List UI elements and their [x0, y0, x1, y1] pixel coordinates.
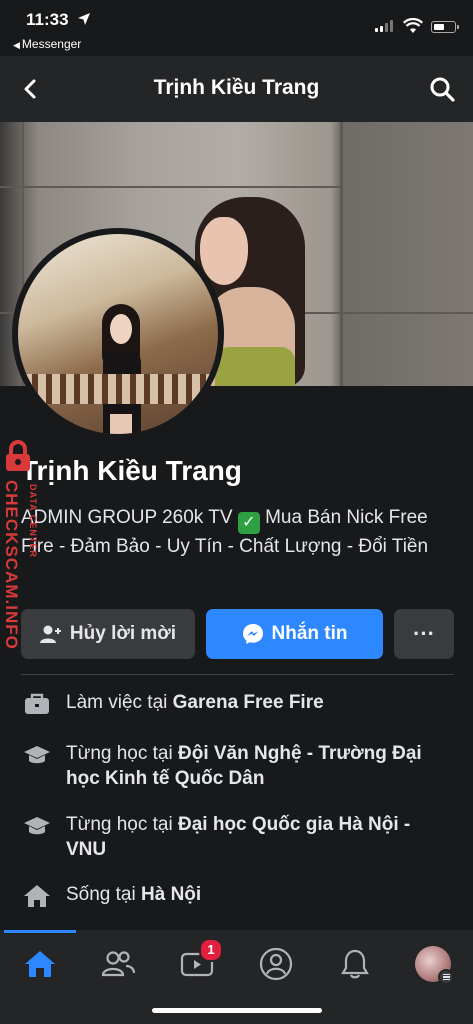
cancel-request-label: Hủy lời mời: [69, 623, 177, 644]
info-row-education-1[interactable]: Từng học tại Đội Văn Nghệ - Trường Đại h…: [21, 741, 451, 791]
watermark-subtext: DATA CENTER: [28, 484, 38, 558]
messenger-icon: [242, 624, 263, 644]
info-prefix: Từng học tại: [66, 814, 178, 835]
tab-profile[interactable]: [256, 944, 296, 984]
status-bar: 11:33 ◀ Messenger: [0, 0, 473, 56]
info-row-work[interactable]: Làm việc tại Garena Free Fire: [21, 690, 451, 715]
tab-home[interactable]: [20, 944, 60, 984]
bell-icon: [341, 949, 369, 979]
info-row-location[interactable]: Sống tại Hà Nội: [21, 882, 451, 907]
info-prefix: Làm việc tại: [66, 692, 173, 713]
home-icon: [24, 885, 50, 907]
home-icon: [25, 951, 55, 977]
back-to-app-link[interactable]: ◀ Messenger: [13, 37, 81, 51]
more-options-button[interactable]: ···: [394, 609, 454, 659]
status-time: 11:33: [26, 10, 69, 29]
person-remove-icon: [39, 625, 61, 643]
info-prefix: Từng học tại: [66, 743, 178, 764]
menu-icon: [438, 969, 454, 985]
wifi-icon: [403, 18, 423, 33]
info-prefix: Sống tại: [66, 884, 141, 905]
bio-text: ADMIN GROUP 260k TV: [21, 507, 238, 528]
notification-badge: 1: [199, 938, 223, 962]
cellular-signal-icon: [375, 20, 393, 32]
check-mark-icon: ✓: [237, 512, 260, 534]
info-value[interactable]: Hà Nội: [141, 884, 201, 905]
message-label: Nhắn tin: [271, 623, 348, 644]
briefcase-icon: [25, 693, 49, 714]
location-arrow-icon: [78, 13, 90, 25]
section-divider: [21, 674, 454, 675]
search-icon[interactable]: [427, 74, 457, 104]
profile-bio: ADMIN GROUP 260k TV ✓ Mua Bán Nick Free …: [21, 505, 451, 560]
page-title: Trịnh Kiều Trang: [153, 76, 320, 99]
tab-friends[interactable]: [98, 944, 138, 984]
graduation-cap-icon: [24, 817, 50, 835]
profile-name: Trịnh Kiều Trang: [21, 455, 242, 486]
menu-avatar: [415, 946, 454, 985]
profile-avatar[interactable]: [12, 228, 224, 440]
battery-icon: [431, 21, 459, 33]
active-tab-indicator: [4, 930, 76, 933]
profile-icon: [259, 947, 293, 981]
message-button[interactable]: Nhắn tin: [206, 609, 383, 659]
profile-picture: [18, 234, 218, 434]
home-indicator[interactable]: [152, 1008, 322, 1013]
top-navigation-bar: Trịnh Kiều Trang: [0, 56, 473, 122]
tab-menu[interactable]: [413, 944, 454, 985]
lock-icon: [6, 440, 30, 471]
back-triangle-icon: ◀: [13, 40, 20, 50]
tab-watch[interactable]: 1: [177, 938, 223, 984]
back-app-label: Messenger: [21, 37, 82, 51]
cancel-friend-request-button[interactable]: Hủy lời mời: [21, 609, 195, 659]
graduation-cap-icon: [24, 746, 50, 764]
watermark-text: CHECKSCAM.INFO: [2, 480, 21, 650]
info-row-education-2[interactable]: Từng học tại Đại học Quốc gia Hà Nội - V…: [21, 812, 451, 862]
info-value[interactable]: Garena Free Fire: [173, 692, 324, 713]
tab-notifications[interactable]: [335, 944, 375, 984]
friends-icon: [101, 951, 135, 977]
more-dots-icon: ···: [413, 621, 435, 646]
